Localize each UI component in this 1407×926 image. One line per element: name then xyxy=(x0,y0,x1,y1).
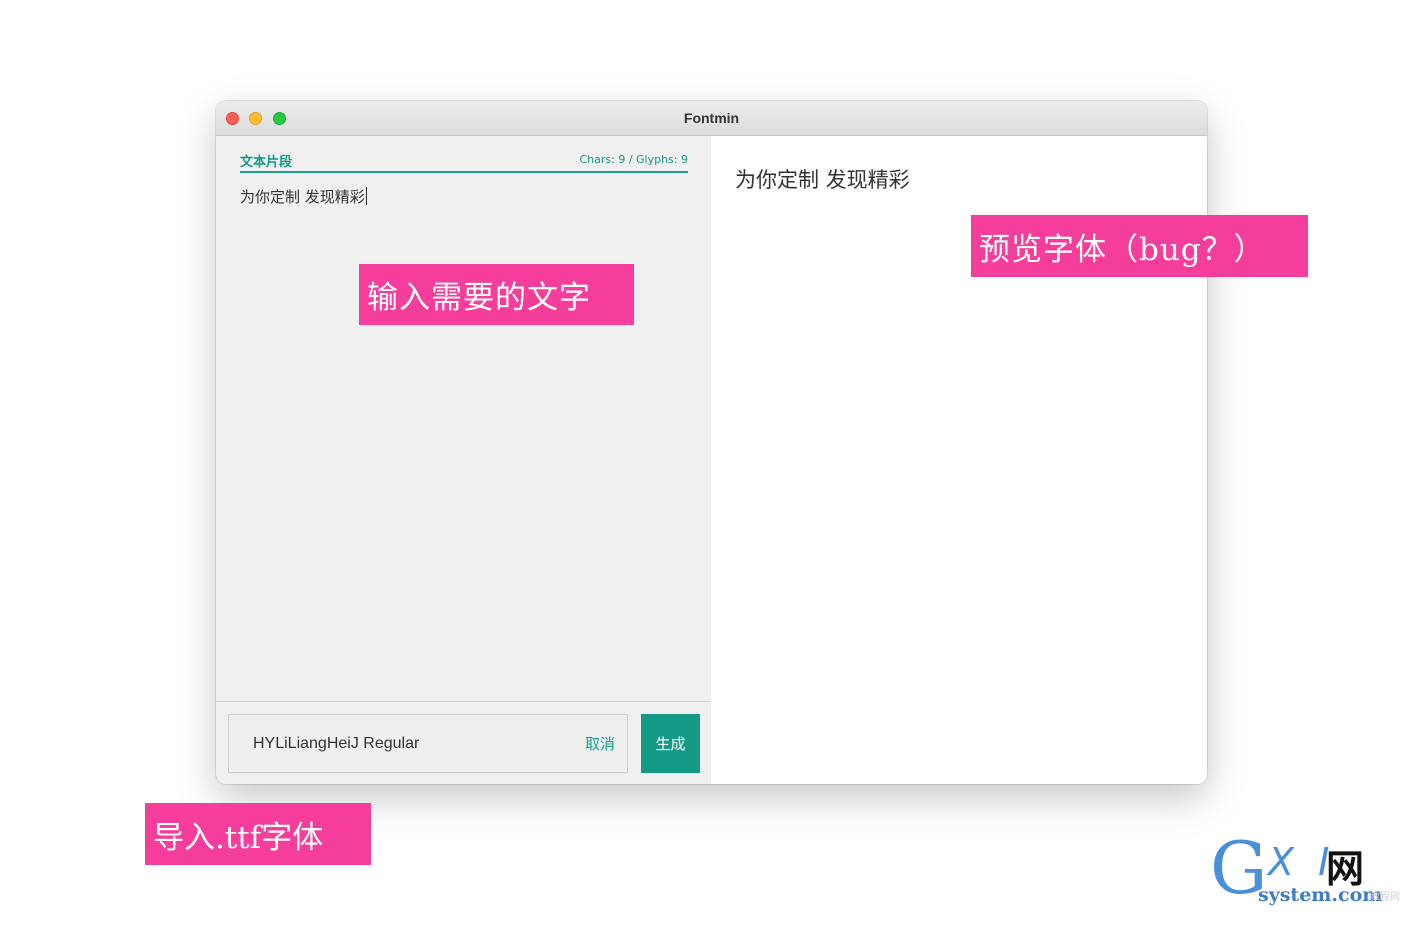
site-watermark: G X I 网 system.com 教程网 xyxy=(1210,832,1400,916)
text-snippet-input[interactable]: 为你定制 发现精彩 xyxy=(240,186,367,207)
annotation-import-font: 导入.ttf字体 xyxy=(145,803,371,865)
text-snippet-value: 为你定制 发现精彩 xyxy=(240,188,365,206)
app-window: Fontmin 文本片段 Chars: 9 / Glyphs: 9 为你定制 发… xyxy=(216,101,1207,784)
preview-text: 为你定制 发现精彩 xyxy=(735,168,910,192)
font-bar: HYLiLiangHeiJ Regular 取消 生成 xyxy=(216,701,711,784)
annotation-input-text: 输入需要的文字 xyxy=(359,264,634,325)
annotation-preview-font: 预览字体（bug？） xyxy=(971,215,1308,277)
window-title: Fontmin xyxy=(683,110,740,126)
title-bar[interactable]: Fontmin xyxy=(216,101,1207,136)
text-caret xyxy=(365,187,367,205)
char-glyph-count: Chars: 9 / Glyphs: 9 xyxy=(579,153,688,166)
section-divider xyxy=(240,171,688,173)
watermark-domain: system.com xyxy=(1258,884,1383,906)
font-file-field[interactable]: HYLiLiangHeiJ Regular 取消 xyxy=(228,714,628,773)
section-label: 文本片段 xyxy=(240,155,293,170)
cancel-button[interactable]: 取消 xyxy=(585,733,615,754)
font-name: HYLiLiangHeiJ Regular xyxy=(253,735,420,752)
editor-pane: 文本片段 Chars: 9 / Glyphs: 9 为你定制 发现精彩 HYLi… xyxy=(216,136,711,784)
generate-button[interactable]: 生成 xyxy=(641,714,700,773)
watermark-faint-text: 教程网 xyxy=(1370,892,1400,903)
